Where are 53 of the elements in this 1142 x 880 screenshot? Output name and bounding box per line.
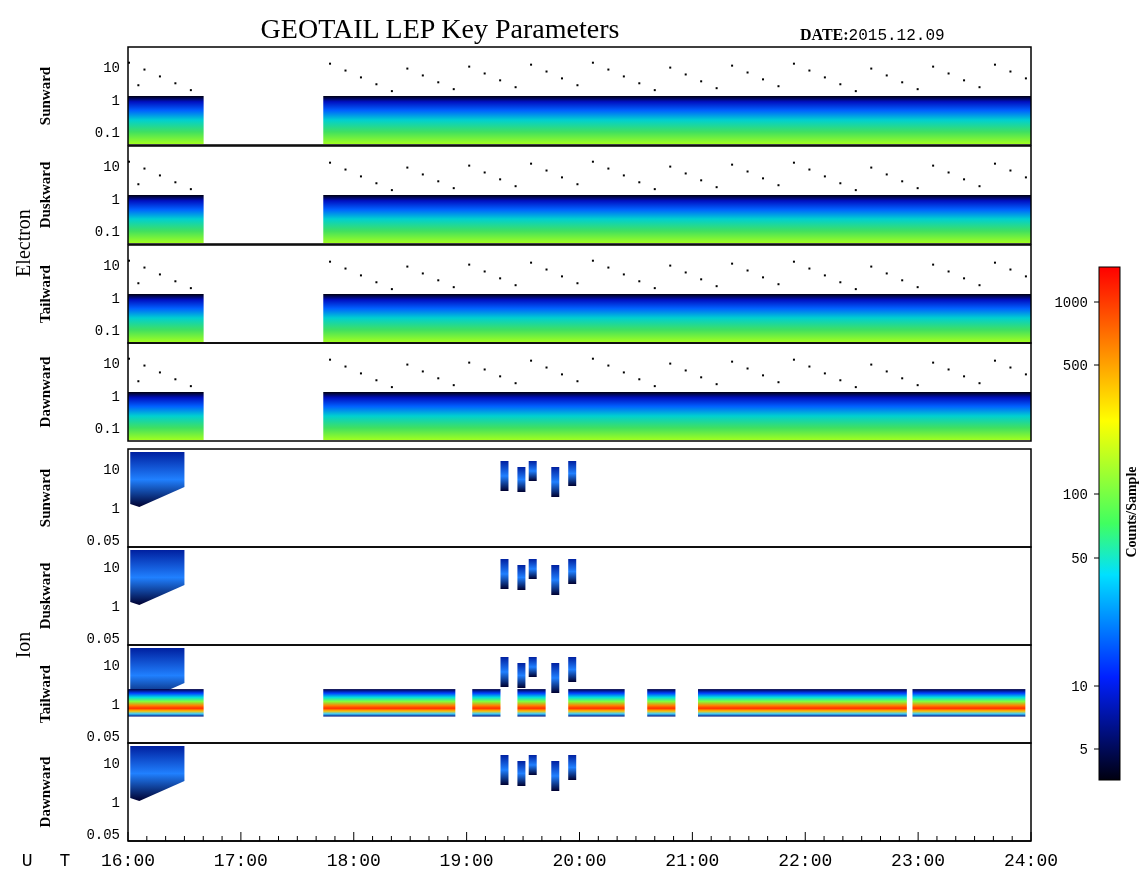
tick-label: 24:00 xyxy=(1004,851,1058,871)
panel-label: Dawnward xyxy=(37,356,53,428)
tick-label: 0.05 xyxy=(86,827,120,844)
tick-label: 0.05 xyxy=(86,729,120,746)
axis-label: U T xyxy=(21,851,79,871)
panel-label: Dawnward xyxy=(37,756,53,828)
tick-label: 1 xyxy=(111,696,120,713)
tick-label: 1 xyxy=(111,290,120,307)
tick-label: 0.1 xyxy=(94,125,120,142)
tick-label: 17:00 xyxy=(213,851,268,871)
tick-label: 19:00 xyxy=(439,851,494,871)
tick-label: 10 xyxy=(103,257,120,274)
panel-label: Sunward xyxy=(37,66,53,126)
panel-label: Duskward xyxy=(37,562,53,630)
tick-label: 1 xyxy=(111,92,120,109)
tick-label: 10 xyxy=(103,559,120,576)
panel-label: Duskward xyxy=(37,161,53,229)
tick-label: 10 xyxy=(103,461,120,478)
tick-label: 100 xyxy=(1062,487,1088,503)
tick-label: 16:00 xyxy=(101,851,155,871)
panel-label: Tailward xyxy=(37,265,53,323)
panel-label: Sunward xyxy=(37,468,53,528)
tick-label: 1 xyxy=(111,794,120,811)
tick-label: 1 xyxy=(111,388,120,405)
tick-label: 0.1 xyxy=(94,224,120,241)
tick-label: 10 xyxy=(103,158,120,175)
group-label: Electron xyxy=(12,209,34,277)
tick-label: 10 xyxy=(103,59,120,76)
axis-label: Counts/Sample xyxy=(1124,466,1139,558)
plot-title: GEOTAIL LEP Key Parameters xyxy=(260,13,620,44)
tick-label: 10 xyxy=(1071,679,1088,695)
tick-label: 23:00 xyxy=(891,851,946,871)
tick-label: 1 xyxy=(111,500,120,517)
tick-label: 0.1 xyxy=(94,421,120,438)
tick-label: 1 xyxy=(111,598,120,615)
date-label: DATE:2015.12.09 xyxy=(800,26,945,45)
tick-label: 21:00 xyxy=(665,851,720,871)
tick-label: 20:00 xyxy=(552,851,607,871)
tick-label: 500 xyxy=(1062,358,1088,374)
tick-label: 0.05 xyxy=(86,631,120,648)
tick-label: 22:00 xyxy=(778,851,833,871)
tick-label: 10 xyxy=(103,657,120,674)
group-label: Ion xyxy=(12,631,34,659)
tick-label: 18:00 xyxy=(326,851,381,871)
tick-label: 10 xyxy=(103,355,120,372)
tick-label: 0.05 xyxy=(86,533,120,550)
tick-label: 5 xyxy=(1079,742,1088,758)
tick-label: 1 xyxy=(111,191,120,208)
tick-label: 1000 xyxy=(1054,295,1088,311)
tick-label: 50 xyxy=(1071,551,1088,567)
tick-label: 0.1 xyxy=(94,323,120,340)
panel-label: Tailward xyxy=(37,665,53,723)
tick-label: 10 xyxy=(103,755,120,772)
